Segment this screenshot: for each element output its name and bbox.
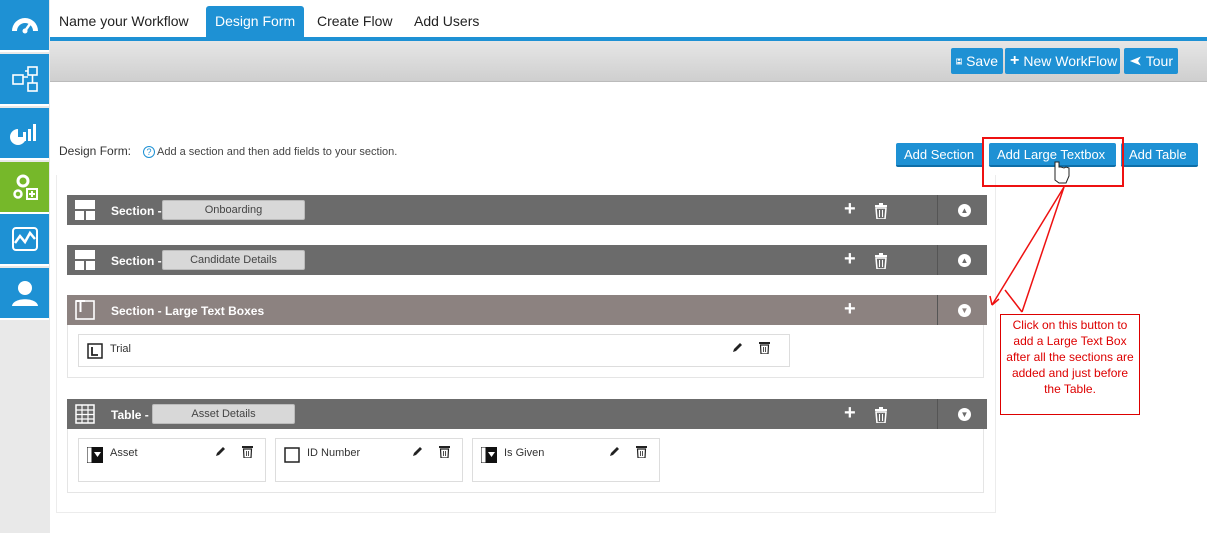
save-icon bbox=[956, 58, 962, 64]
add-field-icon[interactable]: + bbox=[844, 199, 859, 219]
section-body-table: Asset ID Number Is Given bbox=[67, 429, 984, 493]
sidebar-item-users[interactable] bbox=[0, 268, 49, 320]
add-table-button[interactable]: Add Table bbox=[1121, 143, 1198, 167]
new-workflow-label: New WorkFlow bbox=[1023, 53, 1118, 69]
trash-icon[interactable] bbox=[874, 253, 888, 269]
section-name-field[interactable]: Onboarding bbox=[162, 200, 305, 220]
text-box-icon bbox=[75, 300, 95, 320]
tab-design-form[interactable]: Design Form bbox=[206, 6, 305, 37]
highlight-box bbox=[982, 137, 1124, 187]
section-bar-large-text-boxes: Section - Large Text Boxes + ▼ bbox=[67, 295, 987, 325]
table-icon bbox=[75, 404, 95, 424]
workflow-icon bbox=[11, 66, 38, 92]
field-label: Trial bbox=[110, 343, 131, 355]
sidebar-item-reports[interactable] bbox=[0, 108, 49, 160]
design-form-label: Design Form: bbox=[59, 144, 132, 158]
sidebar-item-settings[interactable] bbox=[0, 162, 49, 214]
pencil-icon[interactable] bbox=[411, 445, 424, 458]
save-label: Save bbox=[966, 53, 998, 69]
user-icon bbox=[11, 281, 38, 306]
tab-create-flow[interactable]: Create Flow bbox=[308, 6, 401, 37]
tour-button[interactable]: Tour bbox=[1124, 48, 1178, 74]
field-label: ID Number bbox=[307, 447, 361, 459]
dropdown-field-icon bbox=[481, 447, 497, 463]
sidebar-item-activity[interactable] bbox=[0, 214, 49, 266]
design-form-hint: Add a section and then add fields to you… bbox=[157, 146, 398, 158]
collapse-down-icon[interactable]: ▼ bbox=[958, 304, 971, 317]
tab-name-workflow[interactable]: Name your Workflow bbox=[50, 6, 198, 37]
trash-icon[interactable] bbox=[874, 407, 888, 423]
section-bar-onboarding: Section - Onboarding + ▲ bbox=[67, 195, 987, 225]
sidebar-nav bbox=[0, 0, 50, 533]
sidebar-item-dashboard[interactable] bbox=[0, 0, 49, 52]
trash-icon[interactable] bbox=[636, 445, 647, 458]
field-card-asset[interactable]: Asset bbox=[78, 438, 266, 482]
toolbar: Save + New WorkFlow Tour bbox=[50, 41, 1207, 82]
section-title: Section - Large Text Boxes bbox=[111, 304, 265, 318]
section-bar-table: Table - Asset Details + ▼ bbox=[67, 399, 987, 429]
trash-icon[interactable] bbox=[874, 203, 888, 219]
large-text-field-icon bbox=[87, 343, 103, 359]
table-name-field[interactable]: Asset Details bbox=[152, 404, 295, 424]
section-layout-icon bbox=[75, 250, 95, 270]
field-label: Is Given bbox=[504, 447, 545, 459]
new-workflow-button[interactable]: + New WorkFlow bbox=[1005, 48, 1120, 74]
add-field-icon[interactable]: + bbox=[844, 403, 859, 423]
pencil-icon[interactable] bbox=[214, 445, 227, 458]
dashboard-icon bbox=[11, 18, 38, 34]
checkbox-field-icon bbox=[284, 447, 300, 463]
section-name-field[interactable]: Candidate Details bbox=[162, 250, 305, 270]
help-icon: ? bbox=[143, 146, 155, 158]
collapse-up-icon[interactable]: ▲ bbox=[958, 254, 971, 267]
section-layout-icon bbox=[75, 200, 95, 220]
field-card-is-given[interactable]: Is Given bbox=[472, 438, 660, 482]
trash-icon[interactable] bbox=[242, 445, 253, 458]
collapse-up-icon[interactable]: ▲ bbox=[958, 204, 971, 217]
dropdown-field-icon bbox=[87, 447, 103, 463]
plus-icon: + bbox=[1010, 52, 1020, 69]
wizard-tabs: Name your Workflow Design Form Create Fl… bbox=[50, 0, 1207, 41]
field-card-trial[interactable]: Trial bbox=[78, 334, 790, 367]
pencil-icon[interactable] bbox=[731, 341, 744, 354]
section-title: Section - bbox=[111, 204, 162, 218]
field-card-id-number[interactable]: ID Number bbox=[275, 438, 463, 482]
tab-add-users[interactable]: Add Users bbox=[405, 6, 488, 37]
field-label: Asset bbox=[110, 447, 138, 459]
separator bbox=[937, 295, 938, 325]
section-bar-candidate-details: Section - Candidate Details + ▲ bbox=[67, 245, 987, 275]
activity-icon bbox=[11, 227, 38, 251]
add-section-button[interactable]: Add Section bbox=[896, 143, 984, 167]
reports-icon bbox=[9, 124, 36, 145]
trash-icon[interactable] bbox=[759, 341, 770, 354]
trash-icon[interactable] bbox=[439, 445, 450, 458]
tour-label: Tour bbox=[1145, 53, 1173, 69]
save-button[interactable]: Save bbox=[951, 48, 1003, 74]
separator bbox=[937, 245, 938, 275]
section-title: Table - bbox=[111, 408, 149, 422]
separator bbox=[937, 195, 938, 225]
settings-icon bbox=[12, 174, 38, 200]
section-body-large-text-boxes: Trial bbox=[67, 325, 984, 378]
separator bbox=[937, 399, 938, 429]
add-field-icon[interactable]: + bbox=[844, 299, 859, 319]
annotation-callout: Click on this button to add a Large Text… bbox=[1000, 314, 1140, 415]
sidebar-item-workflow[interactable] bbox=[0, 54, 49, 106]
section-title: Section - bbox=[111, 254, 162, 268]
pencil-icon[interactable] bbox=[608, 445, 621, 458]
collapse-down-icon[interactable]: ▼ bbox=[958, 408, 971, 421]
add-field-icon[interactable]: + bbox=[844, 249, 859, 269]
plane-icon bbox=[1129, 56, 1141, 66]
